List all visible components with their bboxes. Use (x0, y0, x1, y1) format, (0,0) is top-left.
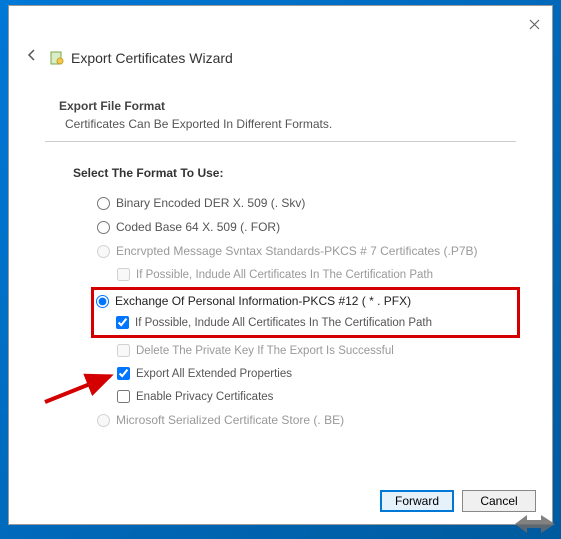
arrow-left-icon (25, 48, 39, 62)
close-button[interactable] (522, 12, 546, 36)
format-options: Binary Encoded DER X. 509 (. Skv) Coded … (97, 196, 516, 427)
check-pfx-extended-input[interactable] (117, 367, 130, 380)
wizard-title: Export Certificates Wizard (71, 50, 233, 66)
cancel-button[interactable]: Cancel (462, 490, 536, 512)
titlebar (9, 6, 552, 42)
highlight-box: Exchange Of Personal Information-PKCS #1… (91, 287, 520, 338)
radio-base64-label: Coded Base 64 X. 509 (. FOR) (116, 220, 280, 234)
check-pfx-allpath-label: If Possible, Indude All Certificates In … (135, 317, 432, 329)
wizard-footer: Forward Cancel (9, 478, 552, 524)
wizard-header: Export Certificates Wizard (9, 42, 552, 77)
radio-serialized: Microsoft Serialized Certificate Store (… (97, 413, 516, 427)
page-description: Certificates Can Be Exported In Differen… (65, 117, 516, 131)
page-heading: Export File Format (59, 99, 516, 113)
check-pfx-privacy[interactable]: Enable Privacy Certificates (117, 390, 516, 403)
check-p7b-allpath-label: If Possible, Indude All Certificates In … (136, 269, 433, 281)
radio-pfx-input[interactable] (96, 295, 109, 308)
check-pfx-allpath[interactable]: If Possible, Indude All Certificates In … (116, 316, 515, 329)
radio-der[interactable]: Binary Encoded DER X. 509 (. Skv) (97, 196, 516, 210)
check-p7b-allpath: If Possible, Indude All Certificates In … (117, 268, 516, 281)
radio-pfx[interactable]: Exchange Of Personal Information-PKCS #1… (96, 294, 515, 308)
forward-button[interactable]: Forward (380, 490, 454, 512)
check-p7b-allpath-input (117, 268, 130, 281)
check-pfx-extended-label: Export All Extended Properties (136, 368, 292, 380)
check-pfx-deletekey-label: Delete The Private Key If The Export Is … (136, 345, 394, 357)
instruction-label: Select The Format To Use: (73, 166, 516, 180)
check-pfx-extended[interactable]: Export All Extended Properties (117, 367, 516, 380)
radio-serialized-input (97, 414, 110, 427)
close-icon (529, 19, 540, 30)
radio-p7b-input (97, 245, 110, 258)
radio-p7b-label: Encrvpted Message Svntax Standards-PKCS … (116, 244, 478, 258)
check-pfx-deletekey: Delete The Private Key If The Export Is … (117, 344, 516, 357)
check-pfx-privacy-label: Enable Privacy Certificates (136, 391, 273, 403)
radio-der-label: Binary Encoded DER X. 509 (. Skv) (116, 196, 305, 210)
radio-base64-input[interactable] (97, 221, 110, 234)
radio-serialized-label: Microsoft Serialized Certificate Store (… (116, 413, 344, 427)
divider (45, 141, 516, 142)
wizard-content: Export File Format Certificates Can Be E… (9, 77, 552, 478)
radio-der-input[interactable] (97, 197, 110, 210)
check-pfx-allpath-input[interactable] (116, 316, 129, 329)
wizard-window: Export Certificates Wizard Export File F… (8, 5, 553, 525)
check-pfx-deletekey-input (117, 344, 130, 357)
check-pfx-privacy-input[interactable] (117, 390, 130, 403)
radio-p7b: Encrvpted Message Svntax Standards-PKCS … (97, 244, 516, 258)
certificate-icon (49, 50, 65, 66)
radio-base64[interactable]: Coded Base 64 X. 509 (. FOR) (97, 220, 516, 234)
back-button[interactable] (21, 46, 43, 69)
radio-pfx-label: Exchange Of Personal Information-PKCS #1… (115, 294, 411, 308)
